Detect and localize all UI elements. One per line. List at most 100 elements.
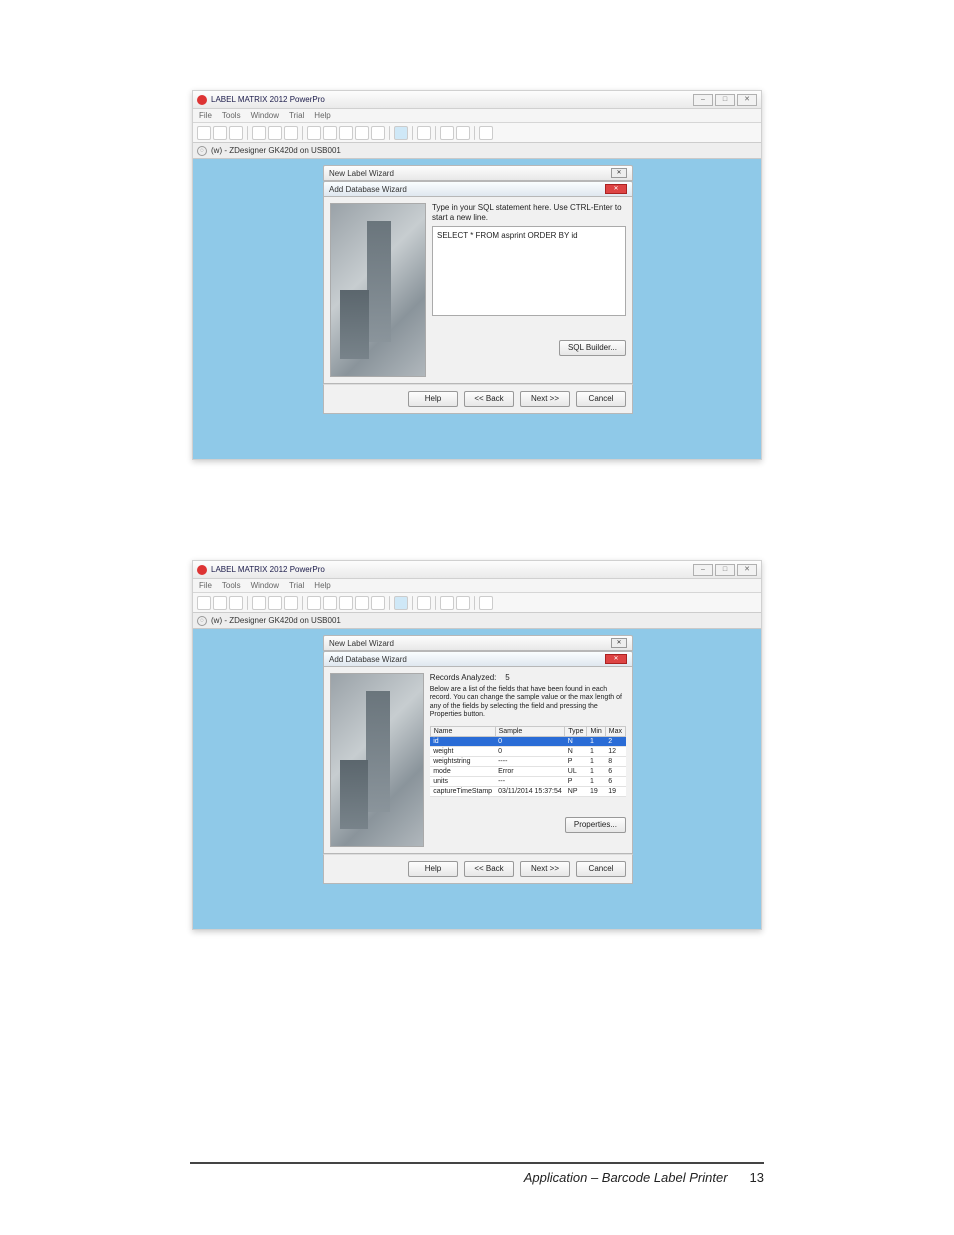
table-cell: ---- bbox=[495, 756, 565, 766]
toolbar-separator bbox=[474, 596, 475, 610]
screenshot-2: LABEL MATRIX 2012 PowerPro – □ ✕ File To… bbox=[192, 560, 762, 930]
table-cell: Error bbox=[495, 766, 565, 776]
menu-file[interactable]: File bbox=[199, 111, 212, 120]
col-name[interactable]: Name bbox=[430, 726, 495, 736]
new-label-wizard-close-button[interactable]: ✕ bbox=[611, 638, 627, 648]
table-row[interactable]: units---P16 bbox=[430, 776, 625, 786]
wizard-body: Records Analyzed: 5 Below are a list of … bbox=[323, 667, 633, 854]
client-area: New Label Wizard ✕ Add Database Wizard ✕… bbox=[193, 159, 761, 459]
toolbar-icon[interactable] bbox=[229, 596, 243, 610]
toolbar-icon[interactable] bbox=[323, 596, 337, 610]
new-label-wizard-titlebar: New Label Wizard ✕ bbox=[323, 165, 633, 181]
toolbar-separator bbox=[247, 596, 248, 610]
fields-table[interactable]: Name Sample Type Min Max id0N12weight0N1… bbox=[430, 726, 626, 797]
cancel-button[interactable]: Cancel bbox=[576, 391, 626, 407]
toolbar-icon[interactable] bbox=[417, 126, 431, 140]
menu-help[interactable]: Help bbox=[314, 581, 330, 590]
toolbar-icon[interactable] bbox=[479, 126, 493, 140]
window-maximize-button[interactable]: □ bbox=[715, 564, 735, 576]
toolbar-icon[interactable] bbox=[307, 596, 321, 610]
table-cell: 6 bbox=[605, 766, 625, 776]
toolbar-icon[interactable] bbox=[339, 126, 353, 140]
toolbar-icon[interactable] bbox=[355, 126, 369, 140]
add-db-wizard-close-button[interactable]: ✕ bbox=[605, 184, 627, 194]
table-cell: P bbox=[565, 756, 587, 766]
menu-tools[interactable]: Tools bbox=[222, 581, 241, 590]
help-button[interactable]: Help bbox=[408, 391, 458, 407]
save-icon[interactable] bbox=[394, 596, 408, 610]
toolbar-icon[interactable] bbox=[479, 596, 493, 610]
col-max[interactable]: Max bbox=[605, 726, 625, 736]
menu-window[interactable]: Window bbox=[251, 581, 279, 590]
toolbar-icon[interactable] bbox=[284, 126, 298, 140]
document-tab-label[interactable]: (w) - ZDesigner GK420d on USB001 bbox=[211, 146, 341, 155]
table-cell: 0 bbox=[495, 746, 565, 756]
table-cell: weight bbox=[430, 746, 495, 756]
table-row[interactable]: captureTimeStamp03/11/2014 15:37:54NP191… bbox=[430, 786, 625, 796]
app-menubar: File Tools Window Trial Help bbox=[193, 579, 761, 593]
add-db-wizard-close-button[interactable]: ✕ bbox=[605, 654, 627, 664]
toolbar-icon[interactable] bbox=[213, 596, 227, 610]
menu-file[interactable]: File bbox=[199, 581, 212, 590]
toolbar-icon[interactable] bbox=[440, 126, 454, 140]
table-cell: 1 bbox=[587, 766, 605, 776]
toolbar-icon[interactable] bbox=[371, 596, 385, 610]
toolbar-icon[interactable] bbox=[456, 596, 470, 610]
toolbar-icon[interactable] bbox=[284, 596, 298, 610]
toolbar-icon[interactable] bbox=[440, 596, 454, 610]
back-button[interactable]: << Back bbox=[464, 391, 514, 407]
new-label-wizard-close-button[interactable]: ✕ bbox=[611, 168, 627, 178]
toolbar-icon[interactable] bbox=[417, 596, 431, 610]
toolbar-separator bbox=[474, 126, 475, 140]
app-menubar: File Tools Window Trial Help bbox=[193, 109, 761, 123]
menu-window[interactable]: Window bbox=[251, 111, 279, 120]
toolbar-icon[interactable] bbox=[197, 126, 211, 140]
menu-trial[interactable]: Trial bbox=[289, 111, 304, 120]
toolbar-separator bbox=[412, 596, 413, 610]
save-icon[interactable] bbox=[394, 126, 408, 140]
col-sample[interactable]: Sample bbox=[495, 726, 565, 736]
toolbar-icon[interactable] bbox=[268, 596, 282, 610]
cancel-button[interactable]: Cancel bbox=[576, 861, 626, 877]
table-cell: N bbox=[565, 736, 587, 746]
toolbar-icon[interactable] bbox=[229, 126, 243, 140]
toolbar-icon[interactable] bbox=[456, 126, 470, 140]
next-button[interactable]: Next >> bbox=[520, 391, 570, 407]
toolbar-icon[interactable] bbox=[323, 126, 337, 140]
table-cell: 1 bbox=[587, 756, 605, 766]
menu-tools[interactable]: Tools bbox=[222, 111, 241, 120]
window-close-button[interactable]: ✕ bbox=[737, 94, 757, 106]
properties-button[interactable]: Properties... bbox=[565, 817, 626, 833]
toolbar-icon[interactable] bbox=[252, 126, 266, 140]
sql-builder-button[interactable]: SQL Builder... bbox=[559, 340, 626, 356]
window-maximize-button[interactable]: □ bbox=[715, 94, 735, 106]
back-button[interactable]: << Back bbox=[464, 861, 514, 877]
table-cell: 19 bbox=[605, 786, 625, 796]
document-tab-bar: ◌ (w) - ZDesigner GK420d on USB001 bbox=[193, 143, 761, 159]
toolbar-icon[interactable] bbox=[339, 596, 353, 610]
toolbar-icon[interactable] bbox=[355, 596, 369, 610]
app-logo-icon bbox=[197, 95, 207, 105]
toolbar-icon[interactable] bbox=[213, 126, 227, 140]
table-row[interactable]: weight0N112 bbox=[430, 746, 625, 756]
document-tab-icon: ◌ bbox=[197, 146, 207, 156]
toolbar-icon[interactable] bbox=[307, 126, 321, 140]
table-row[interactable]: modeErrorUL16 bbox=[430, 766, 625, 776]
table-row[interactable]: weightstring----P18 bbox=[430, 756, 625, 766]
window-minimize-button[interactable]: – bbox=[693, 564, 713, 576]
document-tab-label[interactable]: (w) - ZDesigner GK420d on USB001 bbox=[211, 616, 341, 625]
window-minimize-button[interactable]: – bbox=[693, 94, 713, 106]
menu-trial[interactable]: Trial bbox=[289, 581, 304, 590]
toolbar-icon[interactable] bbox=[268, 126, 282, 140]
toolbar-icon[interactable] bbox=[197, 596, 211, 610]
window-close-button[interactable]: ✕ bbox=[737, 564, 757, 576]
menu-help[interactable]: Help bbox=[314, 111, 330, 120]
next-button[interactable]: Next >> bbox=[520, 861, 570, 877]
toolbar-icon[interactable] bbox=[252, 596, 266, 610]
col-min[interactable]: Min bbox=[587, 726, 605, 736]
help-button[interactable]: Help bbox=[408, 861, 458, 877]
col-type[interactable]: Type bbox=[565, 726, 587, 736]
sql-statement-input[interactable]: SELECT * FROM asprint ORDER BY id bbox=[432, 226, 626, 316]
table-row[interactable]: id0N12 bbox=[430, 736, 625, 746]
toolbar-icon[interactable] bbox=[371, 126, 385, 140]
